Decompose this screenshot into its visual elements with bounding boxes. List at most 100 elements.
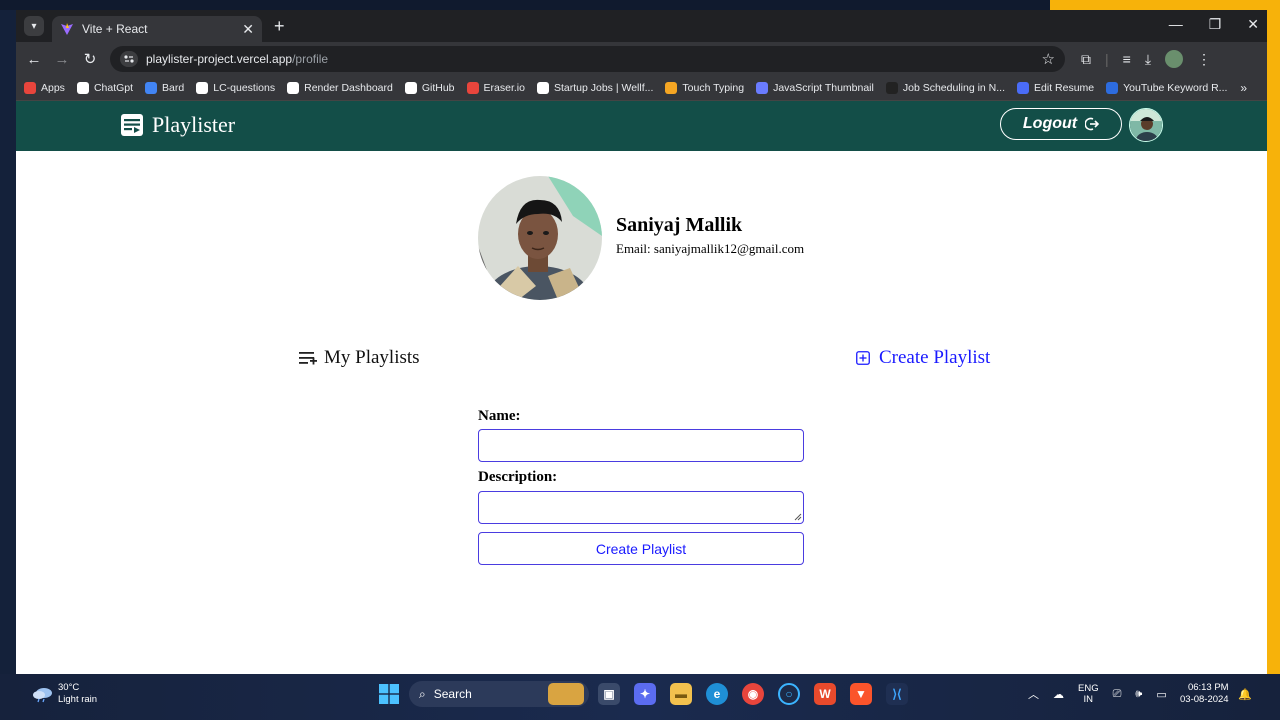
back-arrow-icon[interactable]: ← bbox=[20, 51, 48, 68]
user-avatar[interactable] bbox=[1129, 108, 1163, 142]
bookmark-item[interactable]: Edit Resume bbox=[1017, 82, 1094, 94]
heart-icon bbox=[756, 82, 769, 94]
minimize-icon[interactable]: — bbox=[1169, 16, 1183, 33]
create-playlist-button[interactable]: Create Playlist bbox=[478, 532, 804, 565]
notification-bell-icon[interactable]: 🔔 bbox=[1238, 688, 1252, 701]
close-icon[interactable]: ✕ bbox=[242, 21, 254, 38]
onedrive-icon[interactable]: ☁ bbox=[1053, 688, 1064, 701]
download-icon[interactable]: ⤓ bbox=[1145, 51, 1151, 68]
network-icon[interactable]: ⎚ bbox=[1113, 688, 1122, 701]
lang-bottom: IN bbox=[1083, 694, 1094, 705]
bookmark-item[interactable]: YouTube Keyword R... bbox=[1106, 82, 1227, 94]
my-playlists-link[interactable]: My Playlists bbox=[299, 347, 420, 369]
address-bar[interactable]: playlister-project.vercel.app/profile ☆ bbox=[110, 46, 1065, 72]
add-square-icon bbox=[856, 351, 870, 365]
bookmark-label: Render Dashboard bbox=[304, 82, 393, 94]
battery-icon[interactable]: ▭ bbox=[1156, 688, 1166, 701]
description-textarea[interactable] bbox=[478, 491, 804, 524]
name-input[interactable] bbox=[478, 429, 804, 462]
bookmark-label: GitHub bbox=[421, 82, 455, 94]
bookmark-item[interactable]: LC-questions bbox=[196, 82, 275, 94]
bookmark-item[interactable]: Apps bbox=[24, 82, 65, 94]
bookmark-label: ChatGpt bbox=[93, 82, 134, 94]
brand-title: Playlister bbox=[152, 112, 236, 137]
description-label: Description: bbox=[478, 469, 558, 485]
vscode-icon[interactable]: ⟩⟨ bbox=[886, 683, 908, 705]
tab-title: Vite + React bbox=[82, 22, 148, 36]
taskbar-search-placeholder: Search bbox=[433, 687, 472, 701]
eraser-icon bbox=[466, 82, 479, 94]
site-settings-icon[interactable] bbox=[120, 51, 138, 67]
restore-icon[interactable]: ❐ bbox=[1209, 16, 1222, 33]
browser-window: ▾ Vite + React ✕ + — ❐ ✕ ← → ↻ playliste… bbox=[16, 10, 1267, 674]
bookmark-item[interactable]: Job Scheduling in N... bbox=[885, 82, 1006, 94]
bookmark-label: LC-questions bbox=[213, 82, 276, 94]
resume-icon bbox=[1017, 82, 1030, 94]
bookmarks-bar: Apps ChatGpt Bard LC-questions Render Dashbo… bbox=[16, 76, 1267, 101]
bookmark-label: Edit Resume bbox=[1034, 82, 1095, 94]
profile-photo bbox=[478, 176, 602, 300]
avatar-photo bbox=[1130, 109, 1162, 141]
chatgpt-icon bbox=[76, 82, 89, 94]
reload-icon[interactable]: ↻ bbox=[76, 50, 104, 68]
bookmark-item[interactable]: Touch Typing bbox=[665, 82, 744, 94]
logout-arrow-icon bbox=[1085, 117, 1100, 131]
chevron-up-icon[interactable]: ︿ bbox=[1028, 686, 1039, 702]
bookmark-star-icon[interactable]: ☆ bbox=[1042, 50, 1055, 68]
bookmark-item[interactable]: Eraser.io bbox=[466, 82, 525, 94]
file-explorer-icon[interactable]: ▬ bbox=[670, 683, 692, 705]
bard-sparkle-icon bbox=[145, 82, 158, 94]
bookmark-item[interactable]: Bard bbox=[145, 82, 184, 94]
profile-avatar-icon[interactable] bbox=[1165, 50, 1184, 68]
bookmark-item[interactable]: Render Dashboard bbox=[287, 82, 393, 94]
bookmark-item[interactable]: GitHub bbox=[404, 82, 455, 94]
media-queue-icon[interactable]: ≡ bbox=[1123, 51, 1131, 67]
brave-icon[interactable]: ▼ bbox=[850, 683, 872, 705]
tab-bar: ▾ Vite + React ✕ + — ❐ ✕ bbox=[16, 10, 1267, 42]
apps-grid-icon bbox=[24, 82, 36, 94]
toolbar-divider: | bbox=[1105, 51, 1109, 67]
office-icon[interactable]: W bbox=[814, 683, 836, 705]
new-tab-button[interactable]: + bbox=[274, 16, 285, 37]
bookmark-item[interactable]: ChatGpt bbox=[76, 82, 134, 94]
search-highlight-icon[interactable] bbox=[548, 683, 584, 705]
weather-temperature: 30°C bbox=[58, 682, 80, 693]
weather-widget[interactable]: 30°C Light rain bbox=[32, 682, 97, 706]
volume-icon[interactable]: 🕪 bbox=[1135, 688, 1142, 701]
wellfound-icon bbox=[536, 82, 549, 94]
clock[interactable]: 06:13 PM 03-08-2024 bbox=[1180, 682, 1229, 706]
bookmarks-overflow-icon[interactable]: » bbox=[1240, 81, 1247, 95]
windows-start-icon[interactable] bbox=[379, 684, 399, 704]
language-indicator[interactable]: ENG IN bbox=[1078, 683, 1099, 705]
logout-button[interactable]: Logout bbox=[1000, 108, 1122, 140]
windows-taskbar: 30°C Light rain ⌕ Search ▣ ✦ ▬ e ◉ ○ W ▼ … bbox=[0, 674, 1280, 720]
chrome-icon[interactable]: ◉ bbox=[742, 683, 764, 705]
create-playlist-link[interactable]: Create Playlist bbox=[856, 347, 990, 369]
brand[interactable]: Playlister bbox=[120, 112, 235, 138]
typing-icon bbox=[665, 82, 678, 94]
bookmark-item[interactable]: Startup Jobs | Wellf... bbox=[536, 82, 653, 94]
profile-page: Saniyaj Mallik Email: saniyajmallik12@gm… bbox=[16, 151, 1267, 669]
resize-handle-icon[interactable] bbox=[794, 513, 802, 521]
task-view-icon[interactable]: ▣ bbox=[598, 683, 620, 705]
lang-top: ENG bbox=[1078, 683, 1099, 694]
profile-email: Email: saniyajmallik12@gmail.com bbox=[616, 241, 805, 256]
copilot-icon[interactable]: ✦ bbox=[634, 683, 656, 705]
desktop-background bbox=[0, 0, 1050, 10]
bookmark-label: Job Scheduling in N... bbox=[902, 82, 1006, 94]
search-icon: ⌕ bbox=[419, 686, 426, 701]
tab-search-button[interactable]: ▾ bbox=[24, 16, 44, 36]
menu-dots-icon[interactable]: ⋮ bbox=[1197, 51, 1211, 68]
url-host: playlister-project.vercel.app bbox=[146, 52, 293, 66]
bookmark-item[interactable]: JavaScript Thumbnail bbox=[756, 82, 874, 94]
cortana-icon[interactable]: ○ bbox=[778, 683, 800, 705]
bookmark-label: JavaScript Thumbnail bbox=[773, 82, 874, 94]
playlist-icon bbox=[299, 352, 317, 365]
playlist-logo-icon bbox=[121, 114, 143, 136]
close-window-icon[interactable]: ✕ bbox=[1247, 16, 1259, 33]
system-tray: ︿ ☁ ENG IN ⎚ 🕪 ▭ bbox=[1028, 683, 1167, 705]
extensions-icon[interactable]: ⧉ bbox=[1081, 51, 1091, 68]
tab-active[interactable]: Vite + React ✕ bbox=[52, 16, 262, 42]
forward-arrow-icon[interactable]: → bbox=[48, 51, 76, 68]
edge-icon[interactable]: e bbox=[706, 683, 728, 705]
